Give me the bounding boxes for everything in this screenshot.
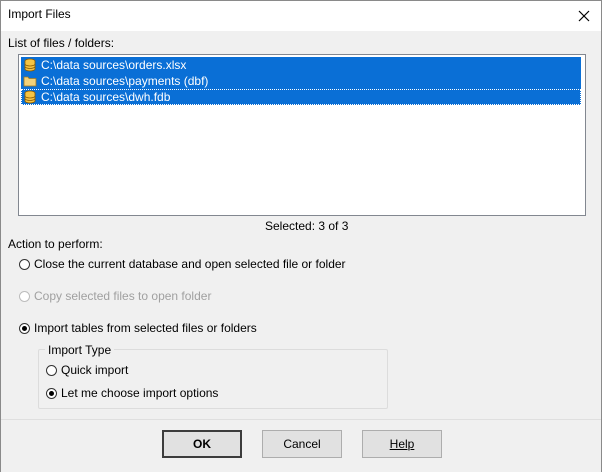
title-bar: Import Files <box>1 1 601 31</box>
database-icon <box>23 58 37 72</box>
list-item[interactable]: C:\data sources\orders.xlsx <box>21 57 581 73</box>
radio-button[interactable] <box>19 322 30 334</box>
close-icon <box>578 10 590 22</box>
import-type-group <box>38 349 388 409</box>
radio-copy-files: Copy selected files to open folder <box>19 289 211 303</box>
close-button[interactable] <box>567 1 601 31</box>
file-path: C:\data sources\orders.xlsx <box>41 58 187 72</box>
radio-quick-import[interactable]: Quick import <box>46 363 128 377</box>
radio-choose-options[interactable]: Let me choose import options <box>46 386 218 400</box>
help-button[interactable]: Help <box>362 430 442 458</box>
dialog-title: Import Files <box>8 7 71 21</box>
radio-label: Let me choose import options <box>61 386 219 400</box>
list-item[interactable]: C:\data sources\payments (dbf) <box>21 73 581 89</box>
folder-icon <box>23 74 37 88</box>
radio-button[interactable] <box>19 258 30 270</box>
ok-button[interactable]: OK <box>162 430 242 458</box>
import-files-dialog: Import Files List of files / folders: C:… <box>0 0 602 472</box>
files-listbox[interactable]: C:\data sources\orders.xlsx C:\data sour… <box>18 54 586 216</box>
selected-count: Selected: 3 of 3 <box>265 219 349 233</box>
radio-button <box>19 290 30 302</box>
radio-button[interactable] <box>46 364 57 376</box>
radio-label: Close the current database and open sele… <box>34 257 346 271</box>
import-type-label: Import Type <box>45 343 115 357</box>
list-item[interactable]: C:\data sources\dwh.fdb <box>21 89 581 105</box>
radio-close-and-open[interactable]: Close the current database and open sele… <box>19 257 346 271</box>
radio-label: Copy selected files to open folder <box>34 289 212 303</box>
file-path: C:\data sources\payments (dbf) <box>41 74 209 88</box>
radio-label: Quick import <box>61 363 129 377</box>
action-label: Action to perform: <box>8 237 103 251</box>
radio-label: Import tables from selected files or fol… <box>34 321 257 335</box>
file-path: C:\data sources\dwh.fdb <box>41 90 171 104</box>
radio-import-tables[interactable]: Import tables from selected files or fol… <box>19 321 257 335</box>
files-list-label: List of files / folders: <box>8 36 115 50</box>
cancel-button[interactable]: Cancel <box>262 430 342 458</box>
database-icon <box>23 90 37 104</box>
radio-button[interactable] <box>46 387 57 399</box>
